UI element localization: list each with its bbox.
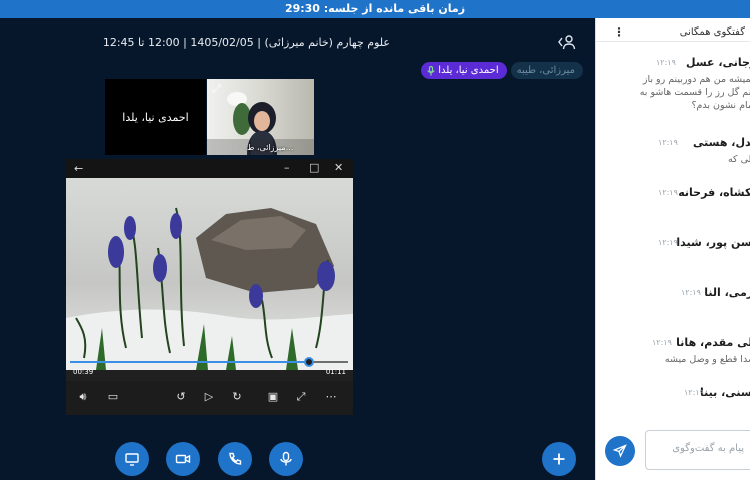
minimize-icon[interactable]: – <box>284 161 290 174</box>
back-arrow-icon[interactable]: ← <box>74 162 83 175</box>
chat-message-time: ۱۲:۱۹ <box>658 188 678 197</box>
chat-input-placeholder: پیام به گفت‌وگوی <box>672 443 744 454</box>
chat-message-sender: نیکشاه، فرحانه <box>678 186 750 199</box>
microphone-icon <box>427 65 435 75</box>
participants-icon[interactable] <box>557 34 577 50</box>
session-timer-bar: زمان باقی مانده از جلسه: 29:30 <box>0 0 750 18</box>
video-player-window: ← – □ ✕ 00:39 01:11 🔊︎ ▭ ↺ ▷ ↻ ▣ ⤢ ⋯ <box>66 159 353 415</box>
player-titlebar: ← – □ ✕ <box>66 159 353 178</box>
maximize-icon[interactable]: □ <box>309 161 319 174</box>
chat-message-text: کنم گل رز را قسمت هاشو به <box>639 87 750 98</box>
chat-message-sender: بیدل، هستی <box>693 136 750 149</box>
video-tile-name[interactable]: احمدی نیا، یلدا <box>105 79 206 155</box>
fullscreen-icon[interactable]: ⤢ <box>294 390 308 404</box>
chat-message-time: ۱۲:۱۹ <box>656 58 676 67</box>
chat-message-text: همیشه من هم دوربینم رو باز <box>642 74 750 85</box>
miniplayer-icon[interactable]: ▣ <box>266 390 280 403</box>
add-button[interactable] <box>542 442 576 476</box>
participant-pill-label: میرزائی، طیبه <box>516 65 575 76</box>
player-progress-fill <box>70 361 310 363</box>
play-icon[interactable]: ▷ <box>202 390 216 403</box>
chat-message-text: تمام نشون بدم؟ <box>691 100 750 111</box>
phone-icon <box>229 452 242 465</box>
chat-message-time: ۱۲:۱۹ <box>658 238 678 247</box>
phone-button[interactable] <box>218 442 252 476</box>
more-vertical-icon[interactable]: ⋮ <box>613 25 625 39</box>
subtitles-icon[interactable]: ▭ <box>106 390 120 403</box>
participant-pill-label: احمدی نیا، یلدا <box>438 65 499 76</box>
video-tile-camera[interactable]: ⤢ میرزائی، ط... <box>207 79 314 155</box>
plus-icon <box>553 453 565 465</box>
send-icon <box>613 444 627 458</box>
forward-icon[interactable]: ↻ <box>230 390 244 403</box>
chat-header: ⋮ گفتگوی همگانی <box>596 18 750 42</box>
chat-message-sender: کرمی، النا <box>704 286 750 299</box>
monitor-icon <box>125 453 139 466</box>
chat-title: گفتگوی همگانی <box>679 27 745 38</box>
chat-message-input[interactable]: پیام به گفت‌وگوی <box>645 430 750 470</box>
video-frame[interactable] <box>66 178 353 370</box>
video-tile-camera-label: میرزائی، ط... <box>247 143 294 152</box>
expand-icon[interactable]: ⤢ <box>212 82 221 96</box>
participant-pills: میرزائی، طیبه احمدی نیا، یلدا <box>421 62 583 80</box>
camera-button[interactable] <box>166 442 200 476</box>
chat-panel: ⋮ گفتگوی همگانی ارجانی، عسل ۱۲:۱۹ همیشه … <box>595 18 750 480</box>
chat-message-time: ۱۲:۱۹ <box>658 138 678 147</box>
close-icon[interactable]: ✕ <box>334 161 343 174</box>
player-progress-track[interactable] <box>70 357 348 367</box>
player-controls: 🔊︎ ▭ ↺ ▷ ↻ ▣ ⤢ ⋯ <box>66 381 353 415</box>
microphone-icon <box>280 451 292 466</box>
chat-message-time: ۱۲:۱۹ <box>684 388 704 397</box>
chat-message-sender: حسن پور، شیدا <box>676 236 750 249</box>
camera-icon <box>175 454 191 464</box>
player-elapsed-time: 00:39 <box>73 368 94 376</box>
send-message-button[interactable] <box>605 436 635 466</box>
session-timer-text: زمان باقی مانده از جلسه: 29:30 <box>284 2 466 15</box>
chat-message-sender: ارجانی، عسل <box>686 56 750 69</box>
chat-message-time: ۱۲:۱۹ <box>652 338 672 347</box>
meeting-header: علوم چهارم (خانم میرزائی) | 1405/02/05 |… <box>0 18 595 68</box>
more-options-icon[interactable]: ⋯ <box>324 390 338 403</box>
chat-message-sender: حسنی، بینا <box>700 386 750 399</box>
participant-pill-speaker[interactable]: احمدی نیا، یلدا <box>421 62 507 79</box>
screen-share-button[interactable] <box>115 442 149 476</box>
video-tile-name-label: احمدی نیا، یلدا <box>122 110 189 124</box>
chat-message-time: ۱۲:۱۹ <box>681 288 701 297</box>
chat-message-sender: قلی مقدم، هانا <box>676 336 750 349</box>
rewind-icon[interactable]: ↺ <box>174 390 188 403</box>
volume-icon[interactable]: 🔊︎ <box>76 390 90 404</box>
participant-pill-teacher[interactable]: میرزائی، طیبه <box>510 62 583 79</box>
player-total-time: 01:11 <box>325 368 346 376</box>
meeting-title: علوم چهارم (خانم میرزائی) | 1405/02/05 |… <box>102 36 390 49</box>
chat-message-text: صدا قطع و وصل میشه <box>664 354 750 365</box>
microphone-button[interactable] <box>269 442 303 476</box>
chat-message-text: ولی که <box>727 154 750 165</box>
